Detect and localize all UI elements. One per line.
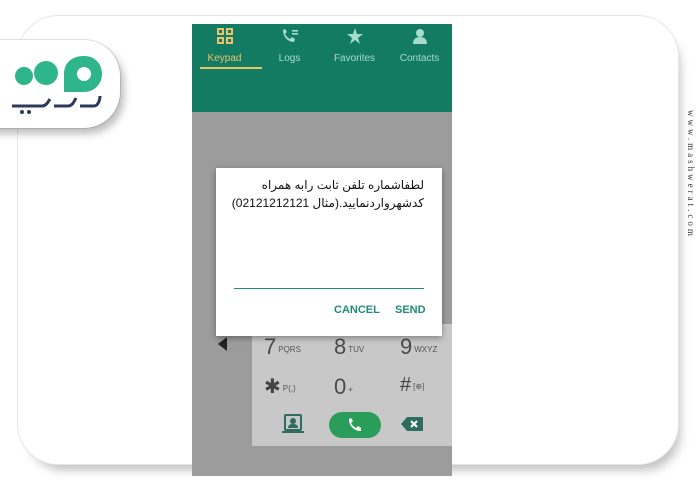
key-letters: WXYZ: [414, 345, 438, 355]
tab-logs[interactable]: Logs: [257, 28, 322, 72]
dialer-actions: [252, 406, 452, 446]
call-button[interactable]: [329, 412, 381, 438]
key-symbol: #: [400, 374, 412, 396]
keypad-row: 7 PQRS 8 TUV 9 WXYZ: [252, 334, 452, 370]
key-digit: 9: [400, 334, 413, 359]
key-symbol: ✱: [264, 376, 281, 398]
key-digit: 0: [334, 374, 347, 399]
cancel-button[interactable]: CANCEL: [334, 304, 380, 316]
backspace-icon[interactable]: [400, 416, 424, 437]
key-9[interactable]: 9 WXYZ: [400, 334, 437, 370]
key-letters: TUV: [348, 345, 365, 355]
phone-number-input[interactable]: [234, 268, 424, 289]
star-icon: [322, 28, 387, 50]
keypad-grid-icon: [192, 28, 257, 50]
key-letters: +: [348, 385, 353, 395]
tab-contacts[interactable]: Contacts: [387, 28, 452, 72]
back-arrow-icon[interactable]: [218, 337, 227, 351]
key-letters: PQRS: [278, 345, 301, 355]
dialog-message-line: لطفاشماره تلفن ثابت رابه همراه: [261, 178, 424, 192]
key-letters: [⊕]: [413, 382, 425, 392]
tab-favorites[interactable]: Favorites: [322, 28, 387, 72]
keypad-row: ✱ P(,) 0 + # [⊕]: [252, 374, 452, 410]
tab-label: Contacts: [399, 53, 440, 64]
contact-card-icon[interactable]: [282, 414, 304, 439]
key-8[interactable]: 8 TUV: [334, 334, 364, 370]
tab-keypad[interactable]: Keypad: [192, 28, 257, 72]
call-log-icon: [257, 28, 322, 50]
person-icon: [387, 28, 452, 50]
key-letters: P(,): [282, 384, 296, 394]
tabs-bar: Keypad Logs Favorites Contacts: [192, 24, 452, 112]
active-tab-indicator: [200, 67, 262, 69]
key-digit: 7: [264, 334, 277, 359]
phone-icon: [349, 418, 361, 431]
site-url-watermark: www.mashwerat.com: [686, 110, 696, 239]
key-7[interactable]: 7 PQRS: [264, 334, 301, 370]
key-hash[interactable]: # [⊕]: [400, 374, 424, 410]
dialog-message: لطفاشماره تلفن ثابت رابه همراه کدشهروارد…: [228, 176, 424, 212]
key-0[interactable]: 0 +: [334, 374, 353, 410]
mashwerat-logo: [12, 56, 102, 114]
tab-label: Favorites: [333, 53, 376, 64]
tab-label: Keypad: [207, 53, 242, 64]
dialog-message-line: کدشهرواردنمایید.(مثال 02121212121): [231, 196, 424, 210]
key-star[interactable]: ✱ P(,): [264, 374, 296, 410]
input-dialog: لطفاشماره تلفن ثابت رابه همراه کدشهروارد…: [216, 168, 442, 336]
logo-badge: [0, 40, 120, 128]
send-button[interactable]: SEND: [395, 304, 426, 316]
tab-label: Logs: [278, 53, 301, 64]
key-digit: 8: [334, 334, 347, 359]
